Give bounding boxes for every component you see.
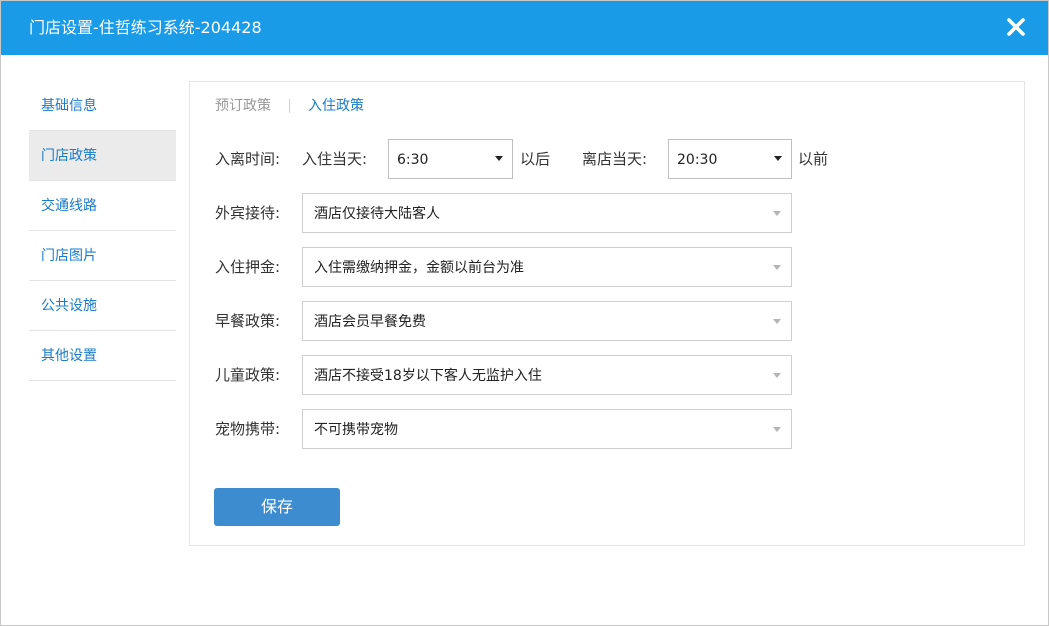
checkin-day-label: 入住当天: bbox=[302, 150, 368, 168]
deposit-select[interactable]: 入住需缴纳押金，金额以前台为准 bbox=[302, 247, 792, 287]
policy-tabs: 预订政策 入住政策 bbox=[215, 96, 364, 116]
sidebar-item-facilities[interactable]: 公共设施 bbox=[29, 281, 176, 331]
deposit-label: 入住押金: bbox=[215, 258, 281, 276]
breakfast-select[interactable]: 酒店会员早餐免费 bbox=[302, 301, 792, 341]
close-icon[interactable] bbox=[1004, 15, 1028, 39]
store-settings-dialog: 门店设置-住哲练习系统-204428 基础信息 门店政策 交通线路 门店图片 公… bbox=[0, 0, 1049, 626]
save-button[interactable]: 保存 bbox=[214, 488, 340, 526]
dropdown-arrow-icon bbox=[495, 156, 503, 161]
breakfast-label: 早餐政策: bbox=[215, 312, 281, 330]
breakfast-value: 酒店会员早餐免费 bbox=[314, 314, 426, 330]
dropdown-arrow-icon bbox=[773, 427, 781, 432]
sidebar: 基础信息 门店政策 交通线路 门店图片 公共设施 其他设置 bbox=[29, 81, 176, 381]
checkin-time-select[interactable]: 6:30 bbox=[388, 139, 513, 179]
dropdown-arrow-icon bbox=[773, 373, 781, 378]
tab-divider bbox=[289, 99, 290, 113]
children-select[interactable]: 酒店不接受18岁以下客人无监护入住 bbox=[302, 355, 792, 395]
policy-panel: 预订政策 入住政策 入离时间: 入住当天: 6:30 以后 离店当天: 20:3… bbox=[189, 81, 1025, 546]
dropdown-arrow-icon bbox=[773, 265, 781, 270]
sidebar-item-other-settings[interactable]: 其他设置 bbox=[29, 331, 176, 381]
checkin-time-value: 6:30 bbox=[397, 152, 429, 168]
pets-select[interactable]: 不可携带宠物 bbox=[302, 409, 792, 449]
sidebar-item-basic-info[interactable]: 基础信息 bbox=[29, 81, 176, 131]
foreign-guest-select[interactable]: 酒店仅接待大陆客人 bbox=[302, 193, 792, 233]
pets-value: 不可携带宠物 bbox=[314, 422, 398, 438]
sidebar-item-store-policy[interactable]: 门店政策 bbox=[29, 131, 176, 181]
pets-label: 宠物携带: bbox=[215, 420, 281, 438]
sidebar-item-store-images[interactable]: 门店图片 bbox=[29, 231, 176, 281]
checkout-time-value: 20:30 bbox=[677, 152, 718, 168]
tab-checkin-policy[interactable]: 入住政策 bbox=[308, 96, 364, 116]
sidebar-item-transport[interactable]: 交通线路 bbox=[29, 181, 176, 231]
checkin-suffix: 以后 bbox=[520, 150, 551, 168]
dropdown-arrow-icon bbox=[774, 156, 782, 161]
checkin-time-label: 入离时间: bbox=[215, 150, 281, 168]
title-bar: 门店设置-住哲练习系统-204428 bbox=[1, 1, 1048, 55]
children-label: 儿童政策: bbox=[215, 366, 281, 384]
checkout-suffix: 以前 bbox=[798, 150, 829, 168]
checkout-time-select[interactable]: 20:30 bbox=[668, 139, 792, 179]
tab-booking-policy[interactable]: 预订政策 bbox=[215, 96, 271, 116]
children-value: 酒店不接受18岁以下客人无监护入住 bbox=[314, 368, 542, 384]
dropdown-arrow-icon bbox=[773, 319, 781, 324]
dropdown-arrow-icon bbox=[773, 211, 781, 216]
checkout-day-label: 离店当天: bbox=[582, 150, 648, 168]
deposit-value: 入住需缴纳押金，金额以前台为准 bbox=[314, 260, 524, 276]
window-title: 门店设置-住哲练习系统-204428 bbox=[29, 18, 262, 37]
foreign-guest-label: 外宾接待: bbox=[215, 204, 281, 222]
foreign-guest-value: 酒店仅接待大陆客人 bbox=[314, 206, 440, 222]
